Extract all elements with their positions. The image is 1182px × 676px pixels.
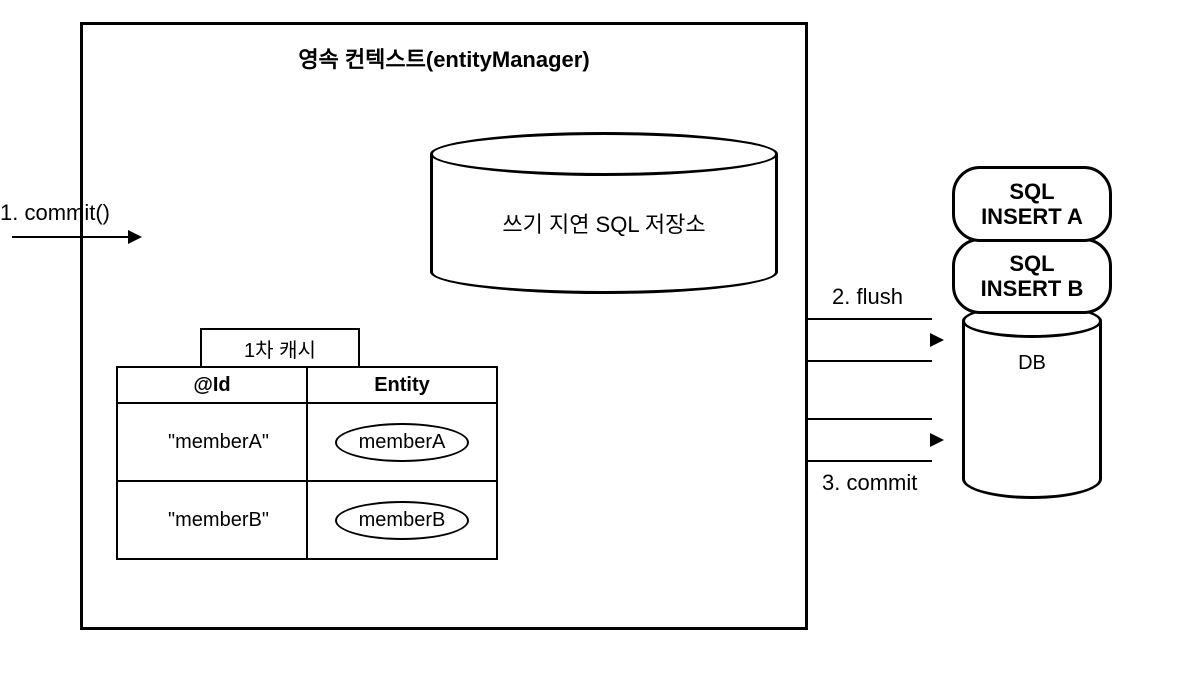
sql-insert-b-line2: INSERT B [981,276,1084,301]
db-cylinder-body [962,321,1102,499]
arrow-head-icon [930,433,944,447]
sql-insert-a-line1: SQL [1009,179,1054,204]
step-commit-call-label: 1. commit() [0,200,116,226]
cache-header-id: @Id [117,367,307,403]
entity-oval: memberA [335,423,470,462]
arrow-head-icon [128,230,142,244]
diagram-canvas: 영속 컨텍스트(entityManager) 1. commit() 쓰기 지연… [0,0,1182,676]
sql-insert-a-line2: INSERT A [981,204,1083,229]
cache-id-cell: "memberA" [117,403,307,481]
cache-entity-cell: memberB [307,481,497,559]
cache-table: @Id Entity "memberA" memberA "memberB" m… [116,366,498,560]
table-row: "memberB" memberB [117,481,497,559]
cache-label-box: 1차 캐시 [200,328,360,368]
sql-storage-label: 쓰기 지연 SQL 저장소 [502,207,705,239]
arrow-head-icon [930,333,944,347]
step-commit-label: 3. commit [822,470,917,496]
db-label: DB [962,352,1102,375]
cache-entity-cell: memberA [307,403,497,481]
sql-storage-cylinder-body: 쓰기 지연 SQL 저장소 [430,154,778,294]
entity-oval: memberB [335,501,470,540]
sql-insert-a-pill: SQL INSERT A [952,166,1112,242]
arrow-commit-top [808,418,932,420]
arrow-flush-bottom [808,360,932,362]
sql-insert-b-line1: SQL [1009,251,1054,276]
step-flush-label: 2. flush [832,284,903,310]
arrow-flush-top [808,318,932,320]
sql-insert-b-pill: SQL INSERT B [952,238,1112,314]
persistence-context-title: 영속 컨텍스트(entityManager) [80,42,808,74]
arrow-commit-into-context [12,236,130,238]
cache-header-row: @Id Entity [117,367,497,403]
cache-header-entity: Entity [307,367,497,403]
cache-id-cell: "memberB" [117,481,307,559]
arrow-commit-bottom [808,460,932,462]
table-row: "memberA" memberA [117,403,497,481]
